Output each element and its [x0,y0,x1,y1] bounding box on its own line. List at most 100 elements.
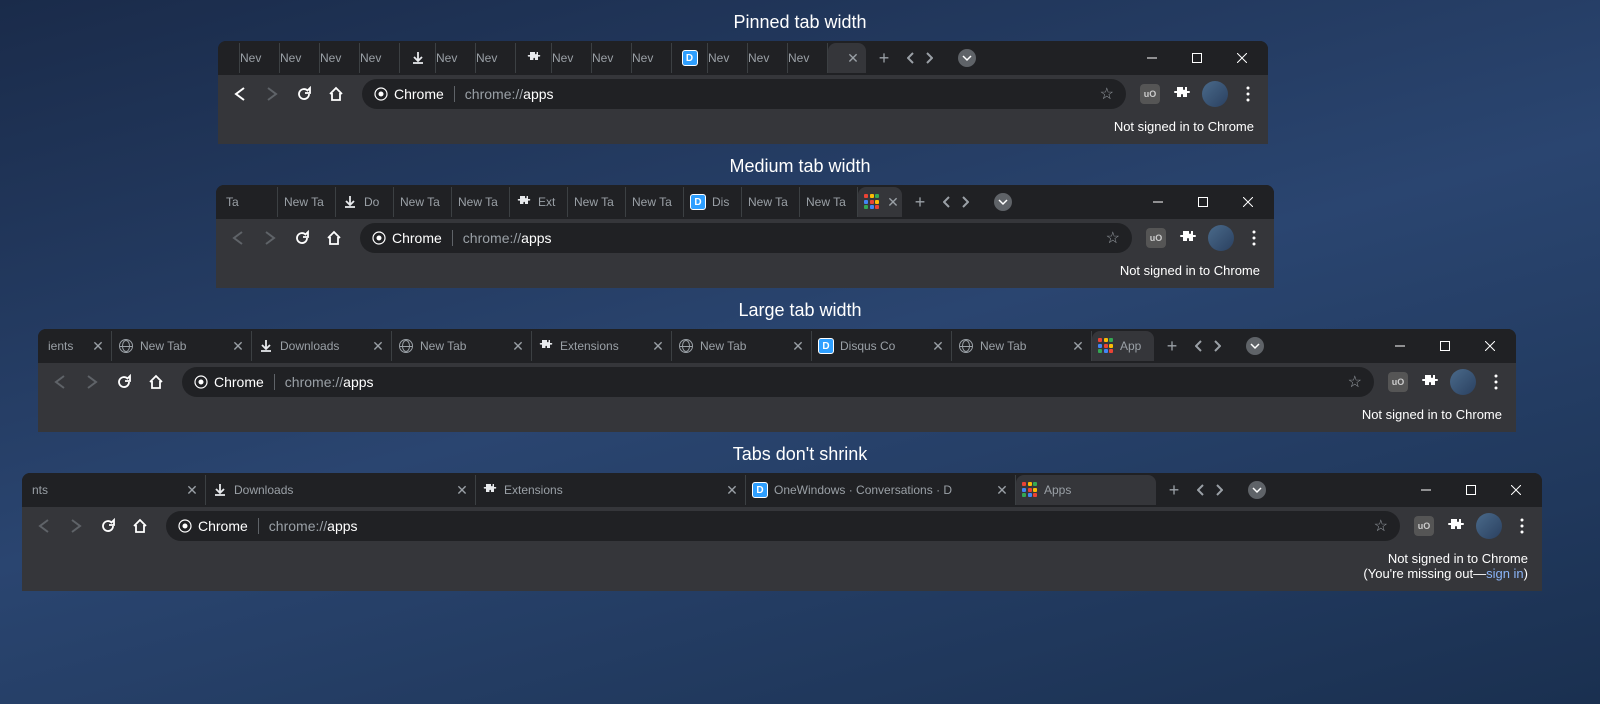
profile-avatar[interactable] [1208,225,1234,251]
tab[interactable]: D [672,43,708,73]
address-bar[interactable]: Chrome chrome://apps ☆ [360,223,1132,253]
close-window-button[interactable] [1225,186,1270,218]
bookmark-star-icon[interactable]: ☆ [1374,516,1388,536]
tab[interactable] [516,43,552,73]
tab[interactable]: Nev [360,43,400,73]
address-bar[interactable]: Chrome chrome://apps ☆ [166,511,1400,541]
ublock-icon[interactable]: uO [1386,370,1410,394]
ublock-icon[interactable]: uO [1412,514,1436,538]
tab[interactable] [400,43,436,73]
tab[interactable]: Do [336,187,394,217]
close-tab-icon[interactable]: ✕ [791,339,805,353]
menu-button[interactable] [1242,226,1266,250]
scroll-right-button[interactable] [956,188,974,216]
minimize-button[interactable] [1403,474,1448,506]
tab[interactable]: New Ta [452,187,510,217]
tab-list-button[interactable] [1248,481,1266,499]
scroll-left-button[interactable] [1192,476,1210,504]
extensions-puzzle-icon[interactable] [1418,370,1442,394]
maximize-button[interactable] [1422,330,1467,362]
close-tab-icon[interactable]: ✕ [725,483,739,497]
tab[interactable]: New Tab✕ [672,331,812,361]
close-window-button[interactable] [1467,330,1512,362]
tab[interactable]: New Ta [278,187,336,217]
tab-active[interactable]: App [1092,331,1154,361]
scroll-left-button[interactable] [1190,332,1208,360]
forward-button[interactable] [258,80,286,108]
close-tab-icon[interactable]: ✕ [371,339,385,353]
tab[interactable]: Nev [320,43,360,73]
menu-button[interactable] [1510,514,1534,538]
sign-in-link[interactable]: sign in [1486,566,1524,581]
tab-active[interactable]: ✕ [858,187,902,217]
forward-button[interactable] [78,368,106,396]
tab[interactable]: DDisqus Co✕ [812,331,952,361]
close-tab-icon[interactable]: ✕ [91,339,105,353]
minimize-button[interactable] [1377,330,1422,362]
tab[interactable]: Nev [748,43,788,73]
profile-avatar[interactable] [1202,81,1228,107]
tab-list-button[interactable] [994,193,1012,211]
tab[interactable]: Nev [788,43,828,73]
close-tab-icon[interactable]: ✕ [886,195,900,209]
tab[interactable]: New Tab✕ [112,331,252,361]
bookmark-star-icon[interactable]: ☆ [1100,84,1114,104]
extensions-puzzle-icon[interactable] [1170,82,1194,106]
maximize-button[interactable] [1180,186,1225,218]
forward-button[interactable] [62,512,90,540]
back-button[interactable] [226,80,254,108]
tab[interactable]: New Ta [626,187,684,217]
scroll-left-button[interactable] [938,188,956,216]
tab[interactable]: Downloads✕ [206,475,476,505]
minimize-button[interactable] [1135,186,1180,218]
reload-button[interactable] [110,368,138,396]
tab[interactable]: Extensions✕ [476,475,746,505]
tab[interactable]: DDis [684,187,742,217]
tab-active[interactable]: Apps [1016,475,1156,505]
tab[interactable]: ients✕ [42,331,112,361]
profile-avatar[interactable] [1476,513,1502,539]
tab[interactable]: Nev [708,43,748,73]
close-tab-icon[interactable]: ✕ [231,339,245,353]
tab[interactable]: New Ta [742,187,800,217]
home-button[interactable] [322,80,350,108]
maximize-button[interactable] [1174,42,1219,74]
back-button[interactable] [30,512,58,540]
profile-avatar[interactable] [1450,369,1476,395]
tab[interactable]: Nev [592,43,632,73]
ublock-icon[interactable]: uO [1138,82,1162,106]
maximize-button[interactable] [1448,474,1493,506]
back-button[interactable] [46,368,74,396]
close-tab-icon[interactable]: ✕ [651,339,665,353]
close-tab-icon[interactable]: ✕ [511,339,525,353]
tab[interactable]: Nev [436,43,476,73]
back-button[interactable] [224,224,252,252]
tab[interactable]: Nev [632,43,672,73]
close-tab-icon[interactable]: ✕ [455,483,469,497]
site-identity[interactable]: Chrome [194,374,275,390]
home-button[interactable] [126,512,154,540]
tab-list-button[interactable] [1246,337,1264,355]
scroll-right-button[interactable] [1210,476,1228,504]
tab[interactable]: New Ta [394,187,452,217]
tab[interactable]: Nev [476,43,516,73]
bookmark-star-icon[interactable]: ☆ [1106,228,1120,248]
close-window-button[interactable] [1219,42,1264,74]
tab[interactable]: Downloads✕ [252,331,392,361]
home-button[interactable] [142,368,170,396]
tab[interactable]: Ta [220,187,278,217]
tab[interactable]: New Ta [800,187,858,217]
new-tab-button[interactable]: + [1158,332,1186,360]
new-tab-button[interactable]: + [1160,476,1188,504]
extensions-puzzle-icon[interactable] [1444,514,1468,538]
close-tab-icon[interactable]: ✕ [846,51,860,65]
tab[interactable]: New Ta [568,187,626,217]
address-bar[interactable]: Chrome chrome://apps ☆ [182,367,1374,397]
close-tab-icon[interactable]: ✕ [931,339,945,353]
close-tab-icon[interactable]: ✕ [1071,339,1085,353]
scroll-left-button[interactable] [902,44,920,72]
forward-button[interactable] [256,224,284,252]
tab[interactable]: nts✕ [26,475,206,505]
extensions-puzzle-icon[interactable] [1176,226,1200,250]
tab[interactable]: Ext [510,187,568,217]
